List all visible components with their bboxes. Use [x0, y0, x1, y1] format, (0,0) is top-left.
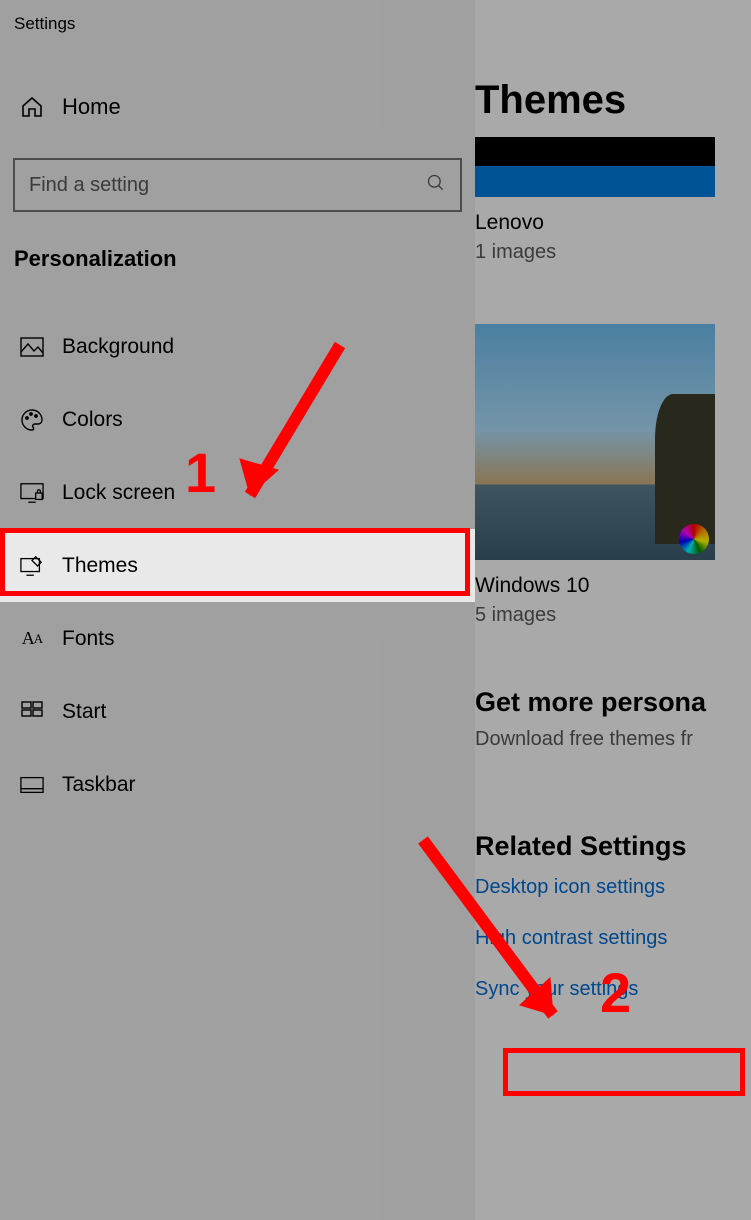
palette-icon	[20, 408, 44, 432]
fonts-icon: AA	[20, 628, 44, 649]
theme-name: Windows 10	[475, 574, 751, 598]
picture-icon	[20, 337, 44, 357]
theme-card-lenovo[interactable]: Lenovo 1 images	[475, 137, 751, 264]
nav-label: Start	[62, 700, 106, 724]
nav-label: Taskbar	[62, 773, 136, 797]
nav-item-background[interactable]: Background	[0, 310, 475, 383]
related-heading: Related Settings	[475, 831, 751, 862]
home-label: Home	[62, 94, 121, 120]
link-desktop-icon-settings[interactable]: Desktop icon settings	[475, 876, 751, 899]
section-heading: Personalization	[0, 212, 475, 290]
nav-item-colors[interactable]: Colors	[0, 383, 475, 456]
page-title: Themes	[475, 0, 751, 137]
theme-subtext: 5 images	[475, 604, 751, 627]
nav-label: Background	[62, 335, 174, 359]
nav-label: Lock screen	[62, 481, 175, 505]
nav-label: Fonts	[62, 627, 115, 651]
theme-thumbnail	[475, 324, 715, 560]
theme-card-windows10[interactable]: Windows 10 5 images	[475, 324, 751, 627]
nav-label: Themes	[62, 554, 138, 578]
link-high-contrast-settings[interactable]: High contrast settings	[475, 927, 751, 950]
nav-home[interactable]: Home	[0, 70, 475, 144]
nav-item-themes[interactable]: Themes	[0, 529, 475, 602]
search-box[interactable]	[13, 158, 462, 212]
start-icon	[20, 701, 44, 723]
nav-item-lockscreen[interactable]: Lock screen	[0, 456, 475, 529]
sidebar: Settings Home Personalization	[0, 0, 475, 1220]
nav-item-start[interactable]: Start	[0, 675, 475, 748]
search-icon	[426, 173, 446, 198]
content-pane: Themes Lenovo 1 images Windows 10 5 imag…	[475, 0, 751, 1220]
lock-screen-icon	[20, 482, 44, 504]
theme-thumbnail	[475, 137, 715, 197]
theme-name: Lenovo	[475, 211, 751, 235]
search-input[interactable]	[29, 174, 426, 197]
nav-list: Background Colors Lock	[0, 290, 475, 821]
taskbar-icon	[20, 776, 44, 794]
theme-subtext: 1 images	[475, 241, 751, 264]
nav-item-taskbar[interactable]: Taskbar	[0, 748, 475, 821]
window-title: Settings	[0, 0, 475, 48]
store-subtext: Download free themes fr	[475, 728, 751, 751]
color-wheel-icon	[679, 524, 709, 554]
store-heading: Get more persona	[475, 687, 751, 718]
nav-item-fonts[interactable]: AA Fonts	[0, 602, 475, 675]
link-sync-your-settings[interactable]: Sync your settings	[475, 978, 751, 1001]
themes-icon	[20, 555, 44, 577]
home-icon	[20, 95, 44, 119]
nav-label: Colors	[62, 408, 123, 432]
